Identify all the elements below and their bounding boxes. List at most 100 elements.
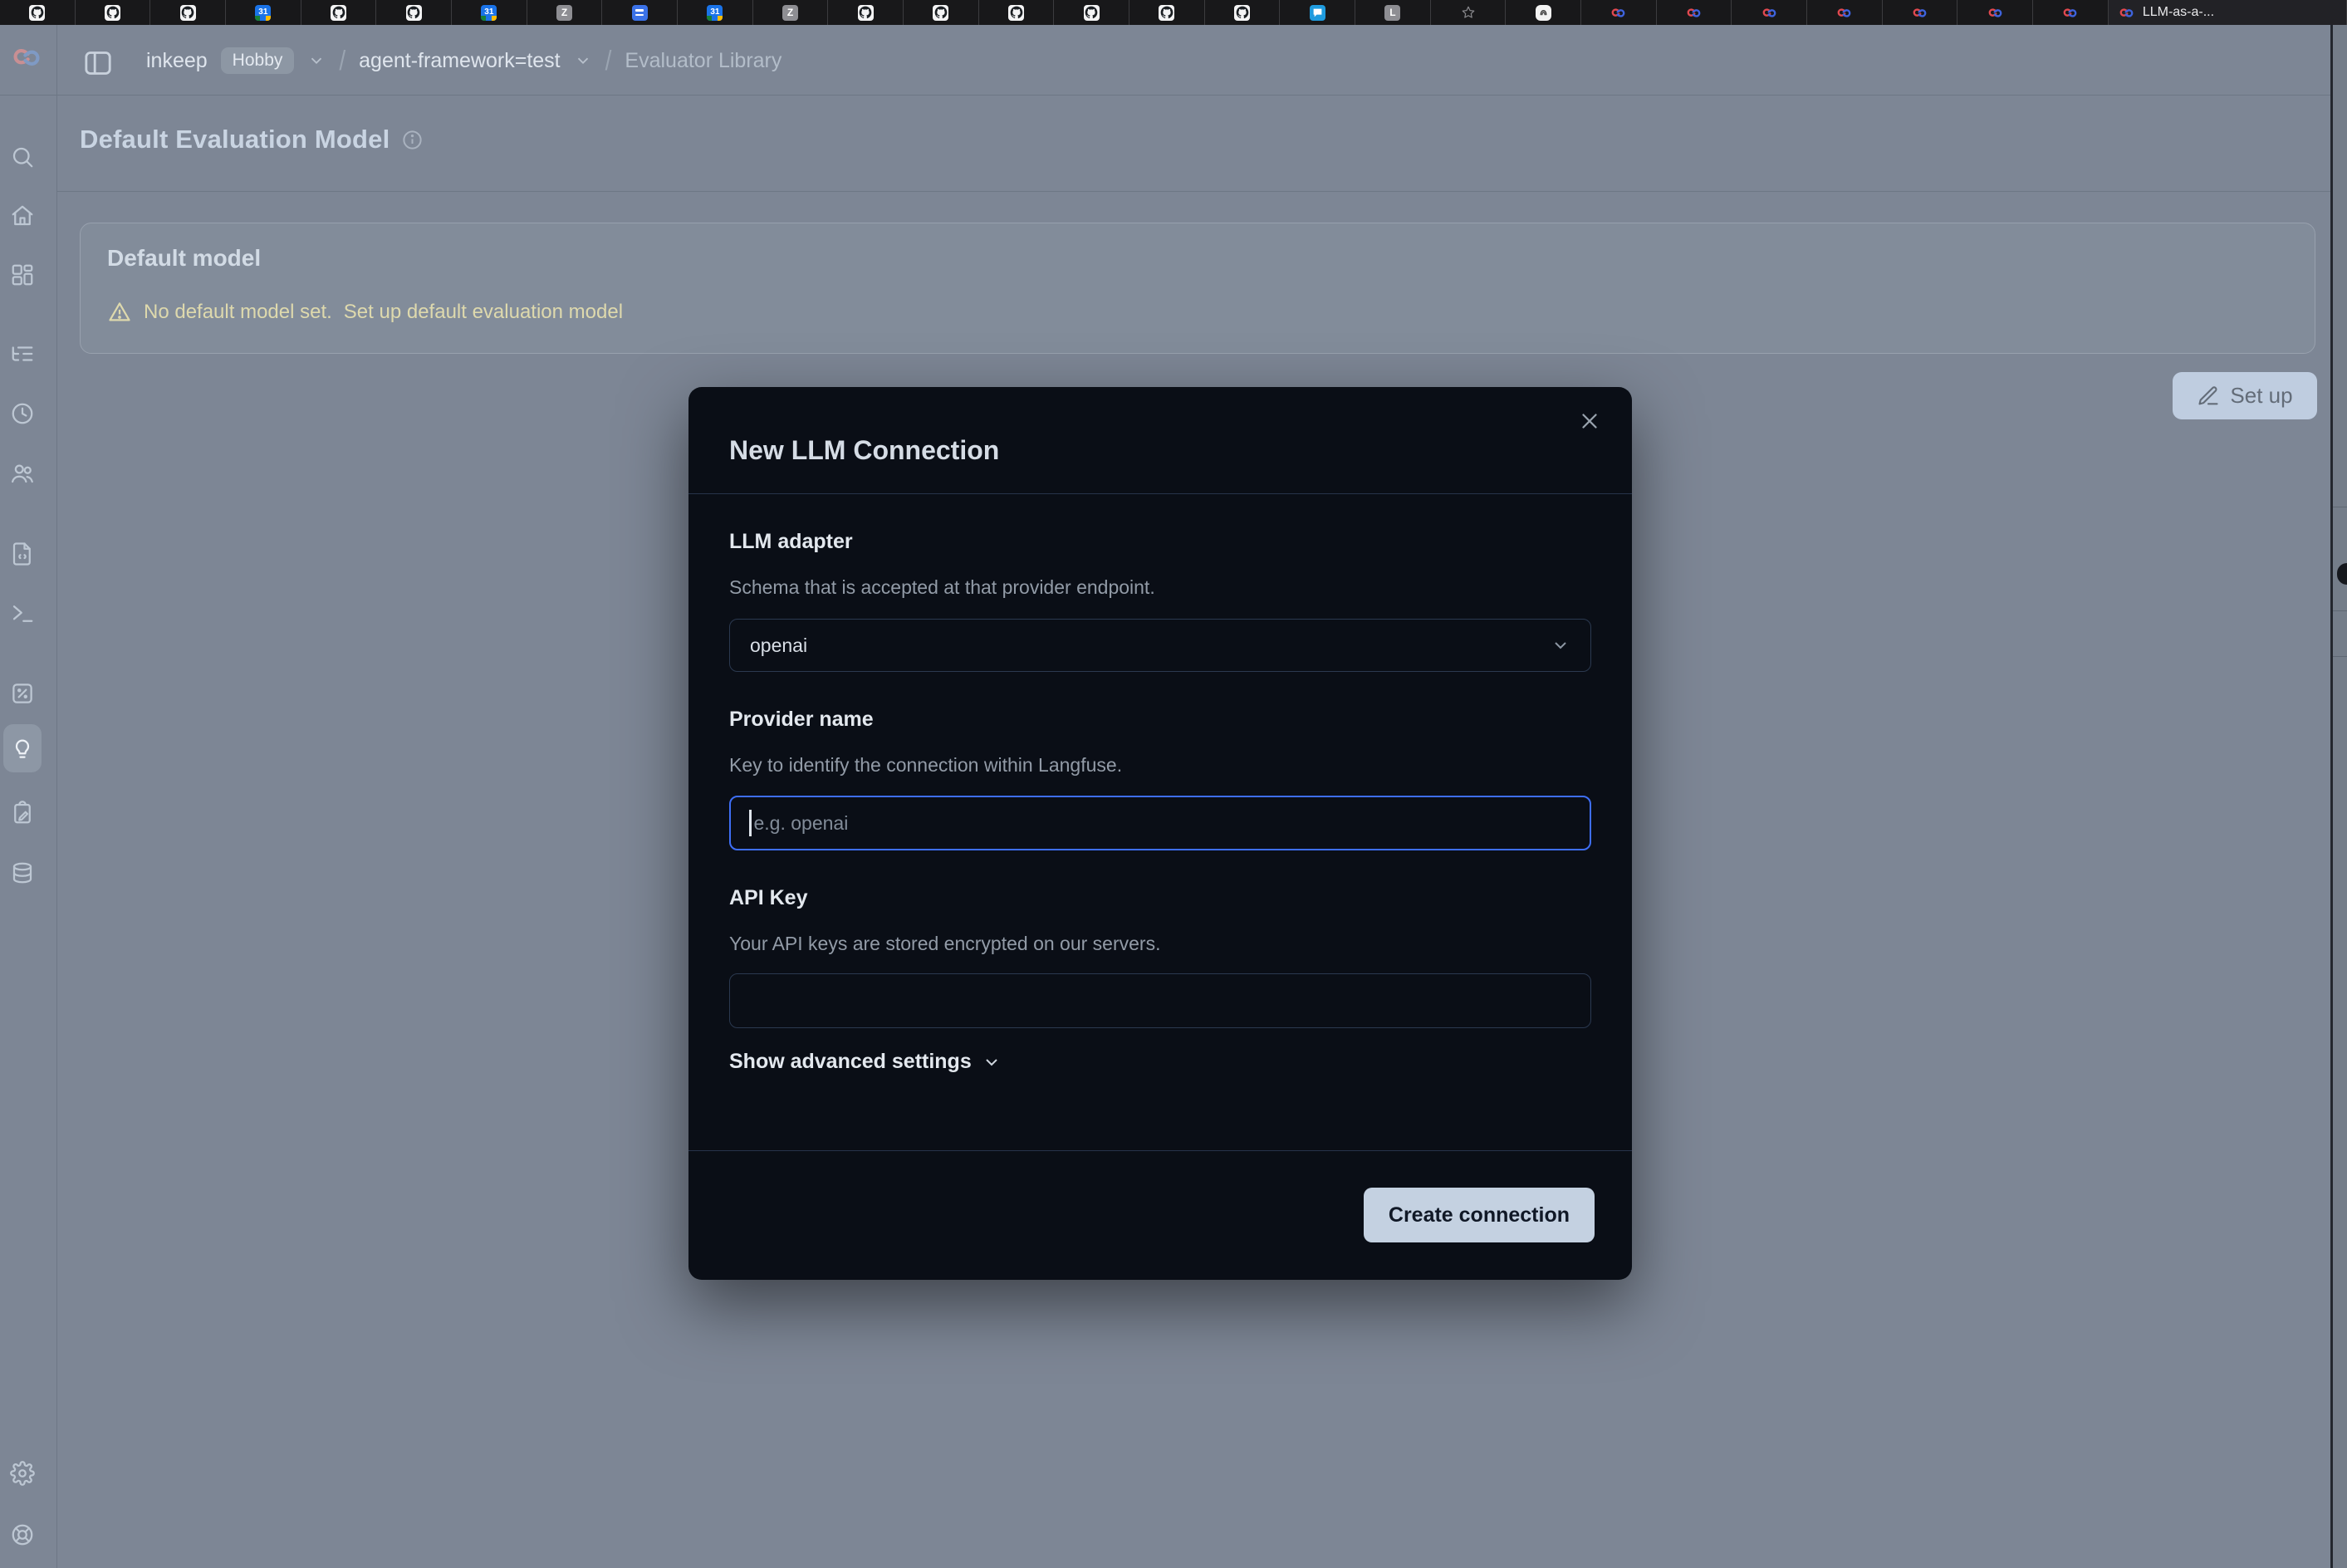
sidebar-item-evaluators[interactable]	[3, 724, 42, 772]
github-browser-tab[interactable]	[301, 0, 377, 25]
sidebar-item-evaluation[interactable]	[3, 669, 42, 718]
github-browser-tab[interactable]	[76, 0, 151, 25]
browser-tab-bar: 31 31 Z 31 Z L LLM-as-a-...	[0, 0, 2347, 25]
set-up-button[interactable]: Set up	[2173, 372, 2317, 419]
browser-tab-active[interactable]: LLM-as-a-...	[2109, 0, 2347, 25]
github-browser-tab[interactable]	[0, 0, 76, 25]
sidebar-item-home[interactable]	[3, 192, 42, 240]
whiteapp-browser-tab[interactable]	[1506, 0, 1581, 25]
gcal-browser-tab[interactable]: 31	[226, 0, 301, 25]
sidebar-item-settings[interactable]	[3, 1449, 42, 1497]
show-advanced-settings-toggle[interactable]: Show advanced settings	[729, 1050, 1002, 1074]
dashboard-grid-icon	[10, 262, 35, 287]
project-switcher-chevron-down-icon[interactable]	[574, 51, 592, 70]
langfuse-browser-tab[interactable]	[1957, 0, 2033, 25]
github-browser-tab[interactable]	[376, 0, 452, 25]
background-window-edge	[2330, 25, 2347, 1568]
api-key-description: Your API keys are stored encrypted on ou…	[729, 933, 1160, 955]
sidebar-item-search[interactable]	[3, 133, 42, 181]
sidebar-item-playground[interactable]	[3, 590, 42, 638]
sidebar-item-annotation[interactable]	[3, 789, 42, 837]
trace-tree-icon	[10, 341, 35, 366]
langfuse-favicon-icon	[1686, 4, 1703, 21]
github-favicon-icon	[857, 4, 874, 21]
gcal-browser-tab[interactable]: 31	[452, 0, 527, 25]
z-browser-tab[interactable]: Z	[527, 0, 603, 25]
sidebar-item-tracing[interactable]	[3, 330, 42, 378]
gcal-browser-tab[interactable]: 31	[678, 0, 753, 25]
langfuse-browser-tab[interactable]	[1883, 0, 1958, 25]
github-favicon-icon	[1083, 4, 1100, 21]
database-icon	[10, 860, 35, 885]
github-browser-tab[interactable]	[979, 0, 1055, 25]
github-browser-tab[interactable]	[1205, 0, 1281, 25]
close-icon[interactable]	[1577, 409, 1602, 434]
chat-favicon-icon	[1309, 4, 1325, 21]
l-browser-tab[interactable]: L	[1355, 0, 1431, 25]
sidebar-item-sessions[interactable]	[3, 390, 42, 438]
github-favicon-icon	[1008, 4, 1025, 21]
gcal-favicon-icon: 31	[481, 4, 497, 21]
breadcrumb-separator: /	[605, 45, 612, 76]
lifebuoy-icon	[10, 1522, 35, 1547]
langfuse-favicon-icon	[1610, 4, 1627, 21]
sidebar-toggle-icon[interactable]	[81, 47, 115, 80]
langfuse-browser-tab[interactable]	[1657, 0, 1732, 25]
title-divider	[57, 191, 2330, 192]
docs-browser-tab[interactable]	[602, 0, 678, 25]
github-favicon-icon	[105, 4, 121, 21]
star-browser-tab[interactable]	[1431, 0, 1507, 25]
chevron-down-icon	[1551, 635, 1570, 655]
org-switcher-chevron-down-icon[interactable]	[307, 51, 326, 70]
github-browser-tab[interactable]	[1129, 0, 1205, 25]
langfuse-browser-tab[interactable]	[1581, 0, 1657, 25]
z-browser-tab[interactable]: Z	[753, 0, 829, 25]
sidebar-item-support[interactable]	[3, 1511, 42, 1559]
llm-adapter-label: LLM adapter	[729, 530, 853, 554]
api-key-input[interactable]	[729, 973, 1591, 1028]
langfuse-browser-tab[interactable]	[1732, 0, 1807, 25]
star-favicon-icon	[1460, 4, 1477, 21]
setup-default-model-link[interactable]: Set up default evaluation model	[344, 301, 623, 324]
github-favicon-icon	[331, 4, 347, 21]
langfuse-favicon-icon	[1836, 4, 1853, 21]
modal-title: New LLM Connection	[729, 435, 999, 466]
create-connection-label: Create connection	[1389, 1203, 1570, 1227]
clipboard-pen-icon	[10, 801, 35, 826]
github-browser-tab[interactable]	[150, 0, 226, 25]
sidebar-item-datasets[interactable]	[3, 849, 42, 897]
langfuse-favicon-icon	[2062, 4, 2079, 21]
terminal-icon	[10, 601, 35, 626]
llm-adapter-description: Schema that is accepted at that provider…	[729, 576, 1155, 599]
llm-adapter-value: openai	[750, 635, 807, 657]
langfuse-browser-tab[interactable]	[1807, 0, 1883, 25]
chevron-down-icon	[982, 1052, 1002, 1072]
llm-adapter-select[interactable]: openai	[729, 619, 1591, 672]
github-browser-tab[interactable]	[828, 0, 904, 25]
langfuse-browser-tab[interactable]	[2033, 0, 2109, 25]
z-favicon-icon: Z	[782, 4, 799, 21]
background-window-notch	[2337, 563, 2347, 585]
pencil-icon	[2197, 385, 2220, 408]
sidebar-item-users[interactable]	[3, 449, 42, 497]
sidebar-item-prompts[interactable]	[3, 530, 42, 578]
create-connection-button[interactable]: Create connection	[1364, 1188, 1595, 1242]
github-favicon-icon	[405, 4, 422, 21]
plan-badge: Hobby	[221, 47, 295, 74]
github-browser-tab[interactable]	[904, 0, 979, 25]
breadcrumb-org[interactable]: inkeep	[146, 49, 208, 73]
breadcrumb-project[interactable]: agent-framework=test	[359, 49, 560, 73]
modal-footer-divider	[688, 1150, 1632, 1151]
z-favicon-icon: Z	[556, 4, 573, 21]
github-favicon-icon	[933, 4, 949, 21]
chat-browser-tab[interactable]	[1280, 0, 1355, 25]
provider-name-input[interactable]: e.g. openai	[729, 796, 1591, 850]
github-favicon-icon	[1234, 4, 1251, 21]
sidebar-item-dashboards[interactable]	[3, 251, 42, 299]
github-browser-tab[interactable]	[1054, 0, 1129, 25]
warning-triangle-icon	[107, 300, 132, 325]
info-icon[interactable]	[401, 129, 424, 151]
langfuse-logo-icon[interactable]	[11, 42, 42, 73]
breadcrumb-page: Evaluator Library	[625, 49, 782, 73]
advanced-toggle-label: Show advanced settings	[729, 1050, 972, 1074]
